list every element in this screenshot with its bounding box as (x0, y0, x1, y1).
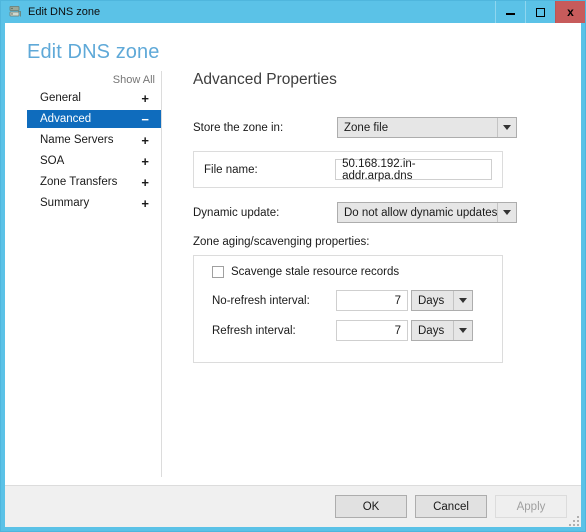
dialog-footer: OK Cancel Apply (5, 485, 581, 527)
refresh-row: Refresh interval: 7 Days (206, 320, 490, 341)
dialog-client-area: Edit DNS zone Show All General + Advance… (5, 23, 581, 527)
store-zone-value: Zone file (344, 121, 389, 134)
chevron-down-icon[interactable] (497, 203, 516, 222)
sidebar-item-advanced[interactable]: Advanced − (27, 110, 161, 128)
store-zone-row: Store the zone in: Zone file (193, 117, 533, 138)
dynamic-update-value: Do not allow dynamic updates (344, 206, 498, 219)
minimize-button[interactable] (495, 1, 525, 23)
aging-group-label: Zone aging/scavenging properties: (193, 236, 370, 248)
dynamic-update-row: Dynamic update: Do not allow dynamic upd… (193, 202, 533, 223)
minimize-icon (506, 13, 515, 15)
ok-button[interactable]: OK (335, 495, 407, 518)
nav-content-divider (161, 71, 162, 477)
sidebar-item-label: SOA (40, 155, 65, 167)
sidebar-item-label: Zone Transfers (40, 176, 118, 188)
collapse-minus-icon: − (141, 111, 149, 127)
maximize-button[interactable] (525, 1, 555, 23)
store-zone-label: Store the zone in: (193, 121, 284, 134)
show-all-row: Show All (27, 71, 161, 89)
close-icon: x (567, 5, 574, 19)
content-panel: Advanced Properties Store the zone in: Z… (193, 71, 533, 363)
refresh-input[interactable]: 7 (336, 320, 408, 341)
expand-plus-icon: + (141, 132, 149, 148)
sidebar-item-soa[interactable]: SOA + (27, 152, 161, 170)
expand-plus-icon: + (141, 153, 149, 169)
file-name-label: File name: (204, 163, 258, 176)
title-bar: Edit DNS zone x (1, 1, 585, 23)
expand-plus-icon: + (141, 195, 149, 211)
file-name-input[interactable]: 50.168.192.in-addr.arpa.dns (335, 158, 492, 182)
expand-plus-icon: + (141, 90, 149, 106)
dns-zone-icon (8, 5, 22, 19)
no-refresh-unit-value: Days (418, 294, 445, 307)
no-refresh-row: No-refresh interval: 7 Days (206, 290, 490, 311)
dialog-window: Edit DNS zone x Edit DNS zone Show All G… (0, 0, 586, 532)
chevron-down-icon[interactable] (453, 291, 472, 310)
chevron-down-icon[interactable] (453, 321, 472, 340)
sidebar-item-general[interactable]: General + (27, 89, 161, 107)
expand-plus-icon: + (141, 174, 149, 190)
sidebar-item-label: Advanced (40, 113, 92, 125)
no-refresh-unit-select[interactable]: Days (411, 290, 473, 311)
cancel-button[interactable]: Cancel (415, 495, 487, 518)
scavenge-checkbox[interactable] (212, 266, 224, 278)
navigation-panel: Show All General + Advanced − Name Serve… (27, 71, 161, 215)
store-zone-select[interactable]: Zone file (337, 117, 517, 138)
dynamic-update-select[interactable]: Do not allow dynamic updates (337, 202, 517, 223)
close-button[interactable]: x (555, 1, 585, 23)
show-all-link[interactable]: Show All (113, 74, 155, 86)
dynamic-update-label: Dynamic update: (193, 206, 280, 219)
dialog-body: Edit DNS zone Show All General + Advance… (5, 23, 581, 485)
file-name-group: File name: 50.168.192.in-addr.arpa.dns (193, 151, 503, 188)
scavenge-checkbox-row[interactable]: Scavenge stale resource records (206, 266, 490, 278)
page-title: Edit DNS zone (27, 41, 160, 63)
sidebar-item-label: General (40, 92, 81, 104)
sidebar-item-label: Name Servers (40, 134, 114, 146)
maximize-icon (536, 7, 545, 17)
scavenge-label: Scavenge stale resource records (231, 266, 400, 278)
sidebar-item-name-servers[interactable]: Name Servers + (27, 131, 161, 149)
sidebar-item-summary[interactable]: Summary + (27, 194, 161, 212)
window-title: Edit DNS zone (28, 6, 101, 18)
refresh-label: Refresh interval: (212, 324, 296, 337)
resize-grip-icon[interactable] (567, 514, 579, 526)
sidebar-item-zone-transfers[interactable]: Zone Transfers + (27, 173, 161, 191)
refresh-unit-select[interactable]: Days (411, 320, 473, 341)
apply-button: Apply (495, 495, 567, 518)
sidebar-item-label: Summary (40, 197, 90, 209)
chevron-down-icon[interactable] (497, 118, 516, 137)
no-refresh-input[interactable]: 7 (336, 290, 408, 311)
content-title: Advanced Properties (193, 71, 337, 88)
title-bar-left: Edit DNS zone (1, 1, 495, 23)
aging-group: Scavenge stale resource records No-refre… (193, 255, 503, 363)
refresh-unit-value: Days (418, 324, 445, 337)
no-refresh-label: No-refresh interval: (212, 294, 310, 307)
